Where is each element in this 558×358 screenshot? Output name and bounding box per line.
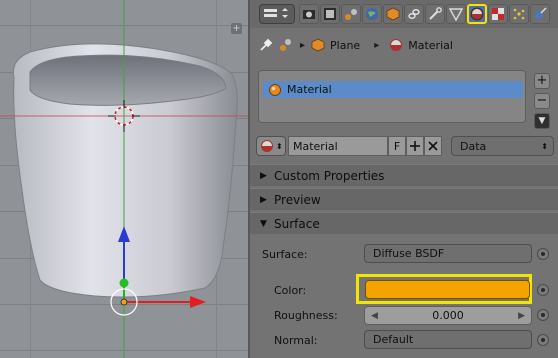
material-datablock-row: ⬍ Material F Data ⬍ [256,136,554,158]
color-socket-button[interactable] [537,284,549,296]
breadcrumb-separator: ▸ [374,39,380,51]
normal-socket-button[interactable] [537,334,549,346]
section-title: Preview [274,192,321,207]
render-layers-icon [324,8,336,20]
preview-panel-header[interactable]: ▶ Preview [250,188,558,210]
modifiers-tab[interactable] [425,4,445,24]
browse-material-button[interactable]: ⬍ [256,136,286,156]
decrement-arrow-icon[interactable]: ◀ [371,311,378,321]
pin-icon[interactable] [258,37,274,53]
roughness-slider[interactable]: ◀ 0.000 ▶ [364,306,532,325]
editor-type-icon [264,8,288,18]
render-layers-tab[interactable] [320,4,340,24]
material-slot-list[interactable]: Material [258,70,526,123]
expanded-triangle-icon: ▼ [260,218,267,229]
x-axis-arrow-icon [190,296,206,308]
y-axis-dot-icon [119,278,129,288]
surface-shader-value: Diffuse BSDF [373,247,445,260]
updown-icon: ⬍ [541,141,548,151]
properties-tab-bar [250,0,558,28]
surface-panel-header[interactable]: ▼ Surface [250,212,558,234]
material-icon [390,39,403,51]
modifiers-icon [429,7,442,20]
section-title: Surface [274,216,320,231]
object-tab[interactable] [383,4,403,24]
surface-socket-button[interactable] [537,248,549,260]
editor-type-menu[interactable] [259,4,295,24]
texture-icon [492,8,504,20]
constraints-icon [408,9,420,19]
object-origin-icon [120,298,128,306]
properties-editor: ▸ Plane ▸ Material Material + − ▼ ⬍ Mate… [248,0,558,358]
physics-tab[interactable] [530,4,550,24]
custom-properties-panel-header[interactable]: ▶ Custom Properties [250,164,558,186]
material-icon [470,7,484,21]
roughness-value: 0.000 [432,309,464,322]
surface-shader-dropdown[interactable]: Diffuse BSDF [364,244,532,263]
collapsed-triangle-icon: ▶ [260,170,267,181]
breadcrumb: ▸ Plane ▸ Material [250,32,558,58]
material-icon [261,140,273,152]
particles-icon [513,8,525,20]
roughness-socket-button[interactable] [537,309,549,321]
material-slot-name: Material [287,83,332,96]
unlink-material-button[interactable] [424,136,442,156]
scene-icon [345,9,357,20]
plus-icon [410,141,420,151]
particles-tab[interactable] [509,4,529,24]
world-icon [366,8,378,20]
material-tab[interactable] [467,4,487,24]
material-name-text: Material [293,139,338,153]
normal-dropdown[interactable]: Default [364,330,532,349]
material-link-dropdown[interactable]: Data ⬍ [451,136,554,156]
surface-shader-label: Surface: [262,248,308,261]
close-icon [428,141,438,151]
section-title: Custom Properties [274,168,385,183]
render-icon [303,10,315,19]
normal-label: Normal: [274,334,318,347]
link-value: Data [460,139,487,153]
object-icon [386,7,400,21]
world-tab[interactable] [362,4,382,24]
object-icon [311,38,325,52]
texture-tab[interactable] [488,4,508,24]
viewport-scene [0,0,248,358]
data-tab[interactable] [446,4,466,24]
color-swatch[interactable] [365,280,530,299]
increment-arrow-icon[interactable]: ▶ [518,311,525,321]
material-slot-item[interactable]: Material [263,81,523,98]
collapsed-triangle-icon: ▶ [260,194,267,205]
fake-user-label: F [393,139,401,153]
breadcrumb-object: Plane [330,38,361,52]
material-name-field[interactable]: Material [288,136,388,156]
material-sphere-icon [269,83,281,96]
physics-icon [535,7,547,19]
data-icon [449,8,463,21]
breadcrumb-material: Material [408,38,453,52]
scene-icon [280,39,291,51]
render-tab[interactable] [299,4,319,24]
new-material-button[interactable] [406,136,424,156]
breadcrumb-separator: ▸ [300,39,306,51]
slot-specials-menu[interactable]: ▼ [534,113,550,129]
3d-viewport[interactable]: + [0,0,248,358]
constraints-tab[interactable] [404,4,424,24]
color-label: Color: [274,284,307,297]
fake-user-button[interactable]: F [388,136,406,156]
area-split-handle[interactable]: + [231,23,242,34]
updown-icon: ⬍ [276,141,283,151]
remove-slot-button[interactable]: − [534,93,550,109]
add-slot-button[interactable]: + [534,73,550,89]
scene-tab[interactable] [341,4,361,24]
normal-value: Default [373,333,414,346]
roughness-label: Roughness: [274,309,338,322]
